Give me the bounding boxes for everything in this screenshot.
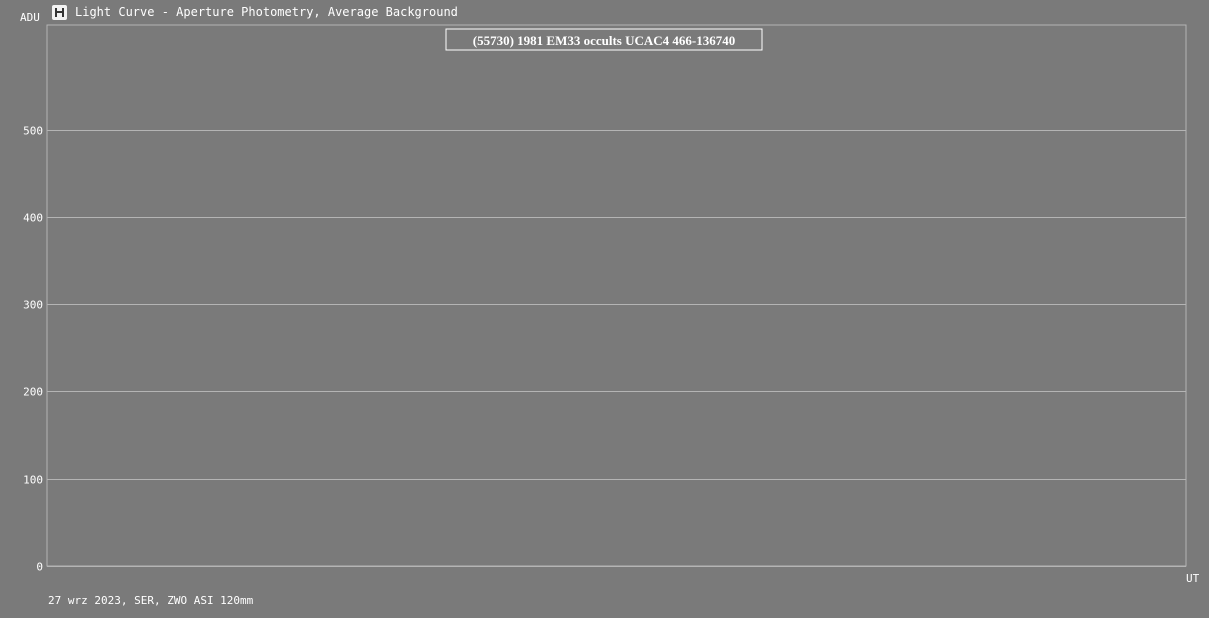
y-tick-label: 200	[23, 386, 43, 399]
y-axis-label: ADU	[20, 11, 40, 24]
y-tick-label: 500	[23, 125, 43, 138]
y-tick-label: 300	[23, 299, 43, 312]
plot-frame	[46, 24, 1187, 567]
y-tick-label: 0	[36, 561, 43, 574]
light-curve-chart: ADU UT 010020030040050001:25:2001:25:300…	[20, 11, 1200, 585]
y-tick-label: 400	[23, 212, 43, 225]
footer-info: 27 wrz 2023, SER, ZWO ASI 120mm	[48, 594, 254, 607]
chart-title: (55730) 1981 EM33 occults UCAC4 466-1367…	[473, 33, 736, 48]
chart-title-box: (55730) 1981 EM33 occults UCAC4 466-1367…	[445, 28, 763, 51]
axis-layer: ADU UT 010020030040050001:25:2001:25:300…	[20, 11, 1200, 585]
y-tick-label: 100	[23, 474, 43, 487]
grid-layer	[46, 24, 1187, 567]
x-axis-label: UT	[1186, 572, 1200, 585]
